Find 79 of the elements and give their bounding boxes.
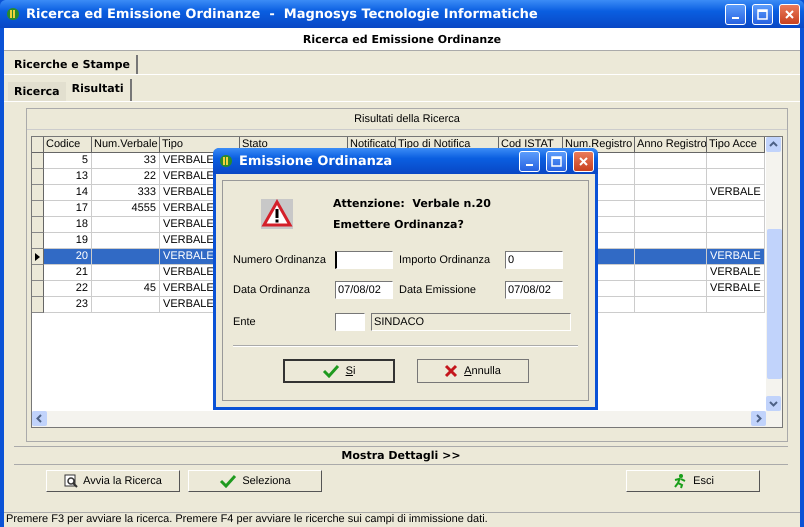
vertical-scrollbar[interactable] — [766, 137, 782, 411]
check-icon — [322, 364, 340, 378]
toolbar-button[interactable]: Avvia la Ricerca — [46, 470, 180, 492]
dialog-title: Emissione Ordinanza — [239, 154, 394, 168]
table-cell: VERBALE — [707, 249, 765, 265]
window-title: Ricerca ed Emissione Ordinanze - Magnosys Tecnologie Informatiche — [26, 6, 539, 22]
table-cell: 23 — [44, 297, 92, 313]
minimize-button[interactable] — [725, 4, 746, 24]
minimize-icon — [732, 17, 739, 19]
table-cell: VERBALE — [707, 185, 765, 201]
dialog-icon — [219, 154, 233, 168]
magnifier-icon — [64, 474, 78, 488]
input-field[interactable] — [335, 313, 365, 331]
close-button[interactable] — [573, 150, 594, 172]
close-button[interactable] — [779, 4, 800, 24]
column-header[interactable]: Num.Verbale — [92, 137, 160, 153]
table-cell: 22 — [92, 169, 160, 185]
column-header[interactable]: Anno Registro — [635, 137, 707, 153]
running-man-icon — [672, 473, 688, 489]
row-indicator — [32, 153, 44, 169]
table-cell: VERBALE — [707, 265, 765, 281]
minimize-button[interactable] — [519, 150, 540, 172]
tab[interactable]: Risultati — [66, 79, 132, 101]
close-icon — [578, 156, 589, 166]
scroll-thumb[interactable] — [767, 229, 782, 379]
table-cell: 5 — [44, 153, 92, 169]
table-cell: 45 — [92, 281, 160, 297]
status-bar: Premere F3 per avviare la ricerca. Premere F4 per avviare le ricerche sui campi di immissione dati. — [4, 512, 800, 527]
panel-title: Risultati della Ricerca — [27, 109, 787, 130]
check-icon — [219, 474, 238, 488]
row-indicator — [32, 185, 44, 201]
table-cell: 21 — [44, 265, 92, 281]
dialog-message: Emettere Ordinanza? — [333, 218, 465, 231]
app-icon — [6, 7, 20, 21]
table-cell: 4555 — [92, 201, 160, 217]
column-header[interactable]: Codice — [44, 137, 92, 153]
maximize-button[interactable] — [752, 4, 773, 24]
form-header: Ricerca ed Emissione Ordinanze — [4, 28, 800, 51]
minimize-icon — [526, 164, 533, 166]
row-indicator — [32, 201, 44, 217]
maximize-icon — [551, 156, 562, 166]
row-indicator — [32, 217, 44, 233]
toolbar-button[interactable]: Esci — [626, 470, 760, 492]
table-cell: 19 — [44, 233, 92, 249]
column-header[interactable]: Tipo Acce — [707, 137, 765, 153]
table-cell: 13 — [44, 169, 92, 185]
cross-icon — [444, 364, 458, 378]
dialog-message: Attenzione: Verbale n.20 — [333, 197, 491, 210]
current-row-icon — [35, 252, 40, 260]
table-cell: 14 — [44, 185, 92, 201]
details-toggle[interactable]: Mostra Dettagli >> — [14, 446, 788, 465]
field-label: Ente — [233, 316, 257, 328]
dialog-button[interactable]: Annulla — [416, 359, 528, 383]
row-indicator — [32, 169, 44, 185]
table-cell: 17 — [44, 201, 92, 217]
row-indicator-header — [32, 137, 44, 153]
field-label: Importo Ordinanza — [399, 254, 492, 266]
tab[interactable]: Ricerca — [8, 82, 66, 101]
maximize-button[interactable] — [546, 150, 567, 172]
dialog-button[interactable]: Si — [282, 359, 394, 383]
input-field[interactable]: 07/08/02 — [335, 281, 393, 299]
horizontal-scrollbar[interactable] — [32, 411, 782, 427]
column-header[interactable]: Tipo — [160, 137, 240, 153]
row-indicator — [32, 281, 44, 297]
toolbar-button[interactable]: Seleziona — [188, 470, 322, 492]
input-field[interactable]: 0 — [505, 251, 563, 269]
maximize-icon — [757, 8, 768, 20]
close-icon — [784, 8, 795, 20]
row-indicator — [32, 297, 44, 313]
warning-icon — [261, 199, 293, 229]
table-cell: VERBALE — [707, 281, 765, 297]
table-cell: 33 — [92, 153, 160, 169]
field-label: Data Emissione — [399, 284, 478, 296]
table-cell: 333 — [92, 185, 160, 201]
table-cell: 18 — [44, 217, 92, 233]
input-field[interactable] — [335, 251, 393, 269]
input-field[interactable]: 07/08/02 — [505, 281, 563, 299]
table-cell: 22 — [44, 281, 92, 297]
table-cell: 20 — [44, 249, 92, 265]
